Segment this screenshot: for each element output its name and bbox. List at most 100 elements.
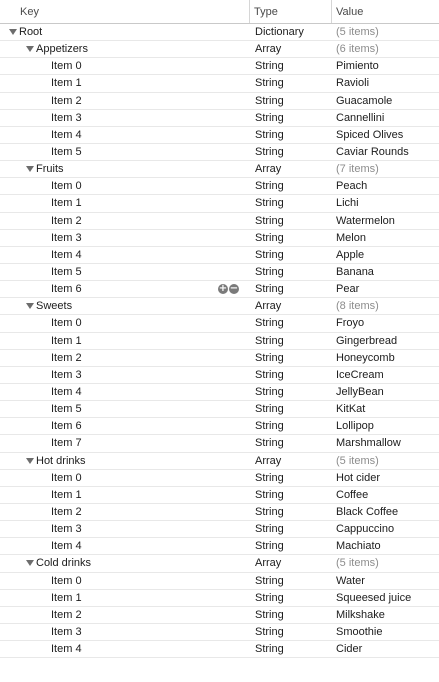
table-row[interactable]: Item 0 String Hot cider — [0, 470, 439, 487]
key-cell[interactable]: Item 3 — [0, 624, 248, 640]
table-row[interactable]: Item 1 String Ravioli — [0, 75, 439, 93]
value-cell[interactable]: Coffee — [336, 487, 439, 503]
disclosure-triangle-icon[interactable] — [26, 560, 34, 567]
value-cell[interactable]: Froyo — [336, 315, 439, 331]
table-row[interactable]: Item 1 String Squeesed juice — [0, 590, 439, 607]
key-cell[interactable]: Item 1 — [0, 333, 248, 349]
value-cell[interactable]: Black Coffee — [336, 504, 439, 520]
value-cell[interactable]: Ravioli — [336, 75, 439, 91]
key-cell[interactable]: Item 4 — [0, 538, 248, 554]
type-cell[interactable]: String — [255, 247, 331, 263]
plist-outline-table[interactable]: Key Type Value Root Dictionary (5 items) Ap… — [0, 0, 439, 659]
column-header-value[interactable]: Value — [331, 0, 439, 23]
table-row[interactable]: Item 7 String Marshmallow — [0, 435, 439, 453]
table-row[interactable]: Item 4 String Cider — [0, 641, 439, 659]
value-cell[interactable]: Lichi — [336, 195, 439, 211]
type-cell[interactable]: String — [255, 590, 331, 606]
type-cell[interactable]: Array — [255, 298, 331, 314]
column-header-key[interactable]: Key — [20, 0, 248, 23]
table-row[interactable]: Item 2 String Milkshake — [0, 607, 439, 624]
table-row[interactable]: Item 1 String Coffee — [0, 487, 439, 504]
outline-group-row[interactable]: Appetizers Array (6 items) — [0, 41, 439, 59]
key-cell[interactable]: Item 3 — [0, 110, 248, 126]
type-cell[interactable]: String — [255, 75, 331, 91]
disclosure-triangle-icon[interactable] — [26, 166, 34, 173]
value-cell[interactable]: Guacamole — [336, 93, 439, 109]
table-row[interactable]: Item 3 String Cannellini — [0, 110, 439, 127]
key-cell[interactable]: Item 4 — [0, 247, 248, 263]
type-cell[interactable]: Array — [255, 41, 331, 57]
value-cell[interactable]: Lollipop — [336, 418, 439, 434]
table-row[interactable]: Item 6 String Lollipop — [0, 418, 439, 436]
type-cell[interactable]: String — [255, 264, 331, 280]
type-cell[interactable]: String — [255, 418, 331, 434]
type-cell[interactable]: String — [255, 487, 331, 503]
type-cell[interactable]: String — [255, 384, 331, 400]
key-cell[interactable]: Appetizers — [0, 41, 248, 57]
type-cell[interactable]: String — [255, 624, 331, 640]
type-cell[interactable]: String — [255, 110, 331, 126]
value-cell[interactable]: Hot cider — [336, 470, 439, 486]
key-cell[interactable]: Item 3 — [0, 367, 248, 383]
table-row[interactable]: Item 5 String Banana — [0, 264, 439, 282]
value-cell[interactable]: Machiato — [336, 538, 439, 554]
value-cell[interactable]: Gingerbread — [336, 333, 439, 349]
table-row[interactable]: Item 5 String Caviar Rounds — [0, 144, 439, 162]
column-header-type[interactable]: Type — [249, 0, 331, 23]
type-cell[interactable]: String — [255, 504, 331, 520]
value-cell[interactable]: Pimiento — [336, 58, 439, 74]
type-cell[interactable]: String — [255, 127, 331, 143]
type-cell[interactable]: String — [255, 470, 331, 486]
type-cell[interactable]: String — [255, 573, 331, 589]
key-cell[interactable]: Item 5 — [0, 144, 248, 160]
type-cell[interactable]: String — [255, 350, 331, 366]
key-cell[interactable]: Sweets — [0, 298, 248, 314]
key-cell[interactable]: Hot drinks — [0, 453, 248, 469]
type-cell[interactable]: Dictionary — [255, 24, 331, 40]
key-cell[interactable]: Item 1 — [0, 590, 248, 606]
key-cell[interactable]: Item 3 — [0, 230, 248, 246]
table-row[interactable]: Item 4 String JellyBean — [0, 384, 439, 402]
outline-group-row[interactable]: Sweets Array (8 items) — [0, 298, 439, 316]
table-row[interactable]: Item 3 String Smoothie — [0, 624, 439, 642]
outline-group-row[interactable]: Hot drinks Array (5 items) — [0, 453, 439, 470]
table-row[interactable]: Item 2 String Honeycomb — [0, 350, 439, 367]
type-cell[interactable]: String — [255, 315, 331, 331]
key-cell[interactable]: Item 6 — [0, 418, 248, 434]
table-row[interactable]: Item 0 String Peach — [0, 178, 439, 196]
key-cell[interactable]: Item 7 — [0, 435, 248, 451]
table-row[interactable]: Item 5 String KitKat — [0, 401, 439, 419]
value-cell[interactable]: Banana — [336, 264, 439, 280]
key-cell[interactable]: Item 4 — [0, 127, 248, 143]
key-cell[interactable]: Item 2 — [0, 213, 248, 229]
table-row[interactable]: Item 1 String Gingerbread — [0, 333, 439, 350]
value-cell[interactable]: Watermelon — [336, 213, 439, 229]
type-cell[interactable]: String — [255, 178, 331, 194]
outline-group-row[interactable]: Fruits Array (7 items) — [0, 161, 439, 179]
key-cell[interactable]: Fruits — [0, 161, 248, 177]
value-cell[interactable]: Cannellini — [336, 110, 439, 126]
type-cell[interactable]: String — [255, 521, 331, 537]
table-row[interactable]: Item 2 String Black Coffee — [0, 504, 439, 522]
key-cell[interactable]: Item 0 — [0, 573, 248, 589]
type-cell[interactable]: String — [255, 93, 331, 109]
type-cell[interactable]: String — [255, 367, 331, 383]
type-cell[interactable]: String — [255, 58, 331, 74]
minus-circle-icon[interactable]: − — [229, 284, 239, 295]
key-cell[interactable]: Item 0 — [0, 470, 248, 486]
plus-circle-icon[interactable]: + — [218, 284, 228, 295]
outline-group-row[interactable]: Root Dictionary (5 items) — [0, 24, 439, 42]
key-cell[interactable]: Item 4 — [0, 384, 248, 400]
value-cell[interactable]: IceCream — [336, 367, 439, 383]
value-cell[interactable]: Melon — [336, 230, 439, 246]
key-cell[interactable]: Item 6 + − — [0, 281, 248, 297]
table-row[interactable]: Item 3 String IceCream — [0, 367, 439, 384]
key-cell[interactable]: Item 0 — [0, 178, 248, 194]
key-cell[interactable]: Item 0 — [0, 315, 248, 331]
table-row[interactable]: Item 1 String Lichi — [0, 195, 439, 213]
key-cell[interactable]: Item 4 — [0, 641, 248, 657]
disclosure-triangle-icon[interactable] — [9, 29, 17, 35]
value-cell[interactable]: Pear — [336, 281, 439, 297]
value-cell[interactable]: Cider — [336, 641, 439, 657]
type-cell[interactable]: String — [255, 538, 331, 554]
